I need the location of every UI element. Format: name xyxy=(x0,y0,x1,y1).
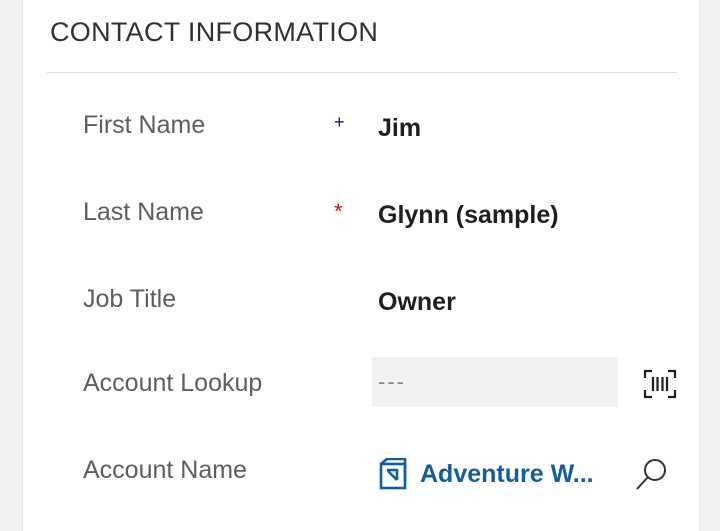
search-icon xyxy=(636,459,666,490)
job-title-value[interactable]: Owner xyxy=(378,288,456,317)
contact-information-card: CONTACT INFORMATION First Name + Jim Las… xyxy=(22,0,700,531)
job-title-label: Job Title xyxy=(83,285,177,313)
account-entity-icon xyxy=(379,458,407,490)
job-title-row: Job Title Owner xyxy=(23,282,699,342)
first-name-row: First Name + Jim xyxy=(23,108,699,168)
barcode-scan-icon xyxy=(643,369,677,399)
account-name-row: Account Name xyxy=(23,453,699,513)
section-title: CONTACT INFORMATION xyxy=(50,17,379,47)
section-divider xyxy=(47,72,677,73)
business-recommended-marker: + xyxy=(334,112,345,132)
last-name-row: Last Name * Glynn (sample) xyxy=(23,195,699,255)
required-marker: * xyxy=(334,199,343,224)
first-name-value[interactable]: Jim xyxy=(378,114,421,143)
account-name-value: Adventure W... xyxy=(420,459,594,488)
barcode-scan-button[interactable] xyxy=(639,364,681,404)
account-name-link[interactable]: Adventure W... xyxy=(378,454,594,494)
last-name-value[interactable]: Glynn (sample) xyxy=(378,201,559,230)
account-search-button[interactable] xyxy=(631,454,671,494)
first-name-label: First Name xyxy=(83,111,206,139)
account-lookup-label: Account Lookup xyxy=(83,369,263,397)
last-name-label: Last Name xyxy=(83,198,204,226)
account-name-label: Account Name xyxy=(83,456,247,484)
account-lookup-input[interactable] xyxy=(372,357,618,407)
